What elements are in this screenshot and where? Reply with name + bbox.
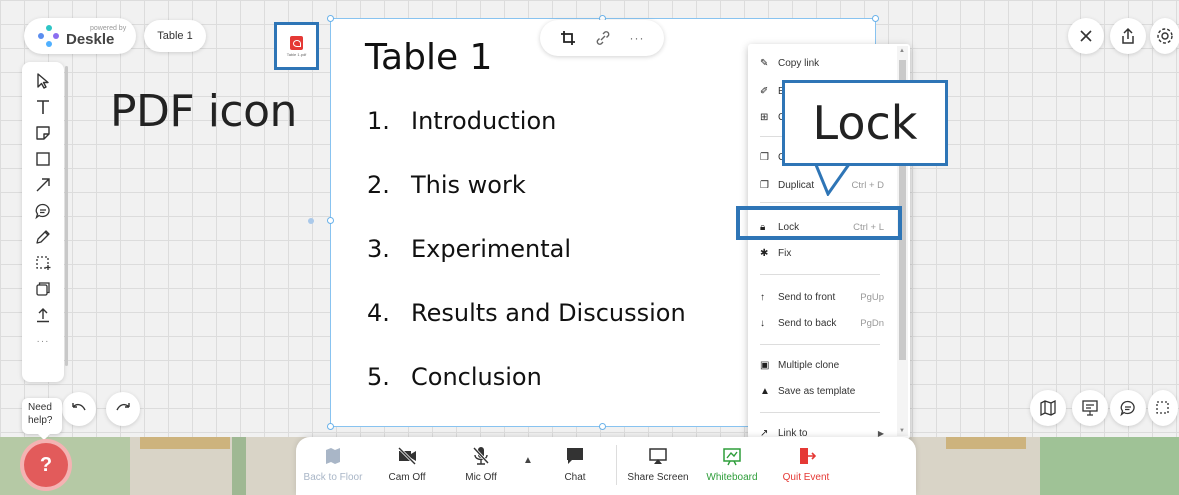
arrow-up-icon: ↑	[760, 291, 765, 303]
resize-handle-bottom-left[interactable]	[327, 423, 334, 430]
redo-icon	[116, 403, 130, 411]
outline-item: 1. Introduction	[367, 107, 557, 135]
comment-icon	[1120, 400, 1135, 417]
crop-icon[interactable]	[560, 30, 576, 46]
outline-item: 2. This work	[367, 171, 526, 199]
resize-handle-top-right[interactable]	[872, 15, 879, 22]
text-tool-icon[interactable]	[29, 94, 57, 120]
share-screen-icon	[649, 448, 667, 464]
arrow-down-icon: ↓	[760, 317, 765, 329]
mic-off-icon	[472, 446, 490, 465]
menu-item-send-to-front[interactable]: ↑ Send to front PgUp	[760, 288, 884, 306]
outline-item: 5. Conclusion	[367, 363, 542, 391]
whiteboard-icon	[723, 448, 741, 466]
settings-button[interactable]	[1150, 18, 1179, 54]
undo-button[interactable]	[62, 392, 96, 426]
need-help-tooltip: Need help?	[22, 398, 62, 440]
outline-item: 3. Experimental	[367, 235, 572, 263]
chat-panel-button[interactable]	[1110, 390, 1146, 426]
link-icon[interactable]	[595, 30, 611, 46]
table-icon: ⊞	[760, 111, 769, 123]
deskle-logo-icon	[38, 25, 60, 47]
menu-divider	[760, 344, 880, 345]
pdf-icon-annotation: PDF icon	[110, 86, 297, 137]
mic-options-caret-icon[interactable]: ▲	[518, 445, 538, 466]
upload-tool-icon[interactable]	[29, 302, 57, 328]
presentation-button[interactable]	[1072, 390, 1108, 426]
copy-icon: ❐	[760, 151, 769, 163]
board-name-chip[interactable]: Table 1	[144, 20, 206, 52]
redo-button[interactable]	[106, 392, 140, 426]
pen-tool-icon[interactable]	[29, 224, 57, 250]
chat-bubble-icon	[567, 448, 583, 464]
menu-item-fix[interactable]: ✱ Fix	[760, 244, 884, 262]
rectangle-tool-icon[interactable]	[29, 146, 57, 172]
whiteboard-button[interactable]: Whiteboard	[695, 445, 769, 483]
menu-item-send-to-back[interactable]: ↓ Send to back PgDn	[760, 314, 884, 332]
mic-off-button[interactable]: Mic Off	[444, 445, 518, 483]
document-title: Table 1	[365, 37, 493, 78]
edit-link-icon: ✎	[760, 57, 769, 69]
menu-divider	[760, 412, 880, 413]
lock-highlight-box	[736, 206, 902, 240]
bottom-control-bar: Back to Floor Cam Off Mic Off ▲ Chat Sha…	[296, 437, 916, 495]
connector-dot[interactable]	[308, 218, 314, 224]
pdf-icon	[290, 35, 303, 50]
document-outline: 1. Introduction 2. This work 3. Experimenta…	[367, 107, 686, 427]
bar-divider	[616, 445, 617, 485]
chat-button[interactable]: Chat	[538, 445, 612, 483]
deskle-logo[interactable]: powered by Deskle	[24, 18, 136, 54]
frame-select-icon	[1156, 401, 1169, 414]
pencil-icon: ✐	[760, 85, 769, 97]
template-icon: ▲	[760, 385, 770, 397]
gear-icon	[1157, 28, 1173, 44]
map-button[interactable]	[1030, 390, 1066, 426]
close-icon	[1080, 30, 1092, 42]
multi-clone-icon: ▣	[760, 359, 770, 371]
select-area-button[interactable]	[1148, 390, 1178, 426]
brand-name: Deskle	[66, 31, 115, 48]
outline-item: 4. Results and Discussion	[367, 299, 686, 327]
pdf-file-caption: Table 1.pdf	[286, 51, 307, 57]
exit-door-icon	[800, 448, 817, 464]
frame-tool-icon[interactable]	[29, 250, 57, 276]
comment-tool-icon[interactable]	[29, 198, 57, 224]
more-tools-icon[interactable]: ···	[29, 328, 57, 354]
quit-event-button[interactable]: Quit Event	[769, 445, 843, 483]
lock-annotation: Lock	[782, 80, 948, 166]
arrow-tool-icon[interactable]	[29, 172, 57, 198]
menu-item-save-as-template[interactable]: ▲ Save as template	[760, 382, 884, 400]
presentation-icon	[1082, 400, 1098, 416]
menu-item-multiple-clone[interactable]: ▣ Multiple clone	[760, 356, 884, 374]
cam-off-button[interactable]: Cam Off	[370, 445, 444, 483]
pdf-file-icon[interactable]: Table 1.pdf	[274, 22, 319, 70]
resize-handle-top-left[interactable]	[327, 15, 334, 22]
question-mark-icon: ?	[39, 453, 53, 476]
menu-item-copy-link[interactable]: ✎ Copy link	[760, 54, 884, 72]
back-to-floor-button[interactable]: Back to Floor	[296, 445, 370, 483]
tool-palette: ···	[22, 62, 68, 382]
map-icon	[1040, 399, 1056, 417]
menu-divider	[760, 274, 880, 275]
more-options-icon[interactable]: ···	[630, 31, 645, 45]
share-upload-icon	[1122, 27, 1134, 44]
share-button[interactable]	[1110, 18, 1146, 54]
select-tool-icon[interactable]	[29, 68, 57, 94]
undo-icon	[72, 403, 86, 411]
help-button[interactable]: ?	[24, 443, 68, 487]
stack-tool-icon[interactable]	[29, 276, 57, 302]
object-toolbar: ···	[540, 20, 664, 56]
menu-divider	[760, 202, 880, 203]
share-screen-button[interactable]: Share Screen	[621, 445, 695, 483]
duplicate-icon: ❐	[760, 179, 769, 191]
close-button[interactable]	[1068, 18, 1104, 54]
pin-icon: ✱	[760, 247, 769, 259]
resize-handle-left[interactable]	[327, 217, 334, 224]
camera-off-icon	[397, 446, 417, 466]
sticky-note-tool-icon[interactable]	[29, 120, 57, 146]
floor-map-icon	[326, 448, 340, 464]
